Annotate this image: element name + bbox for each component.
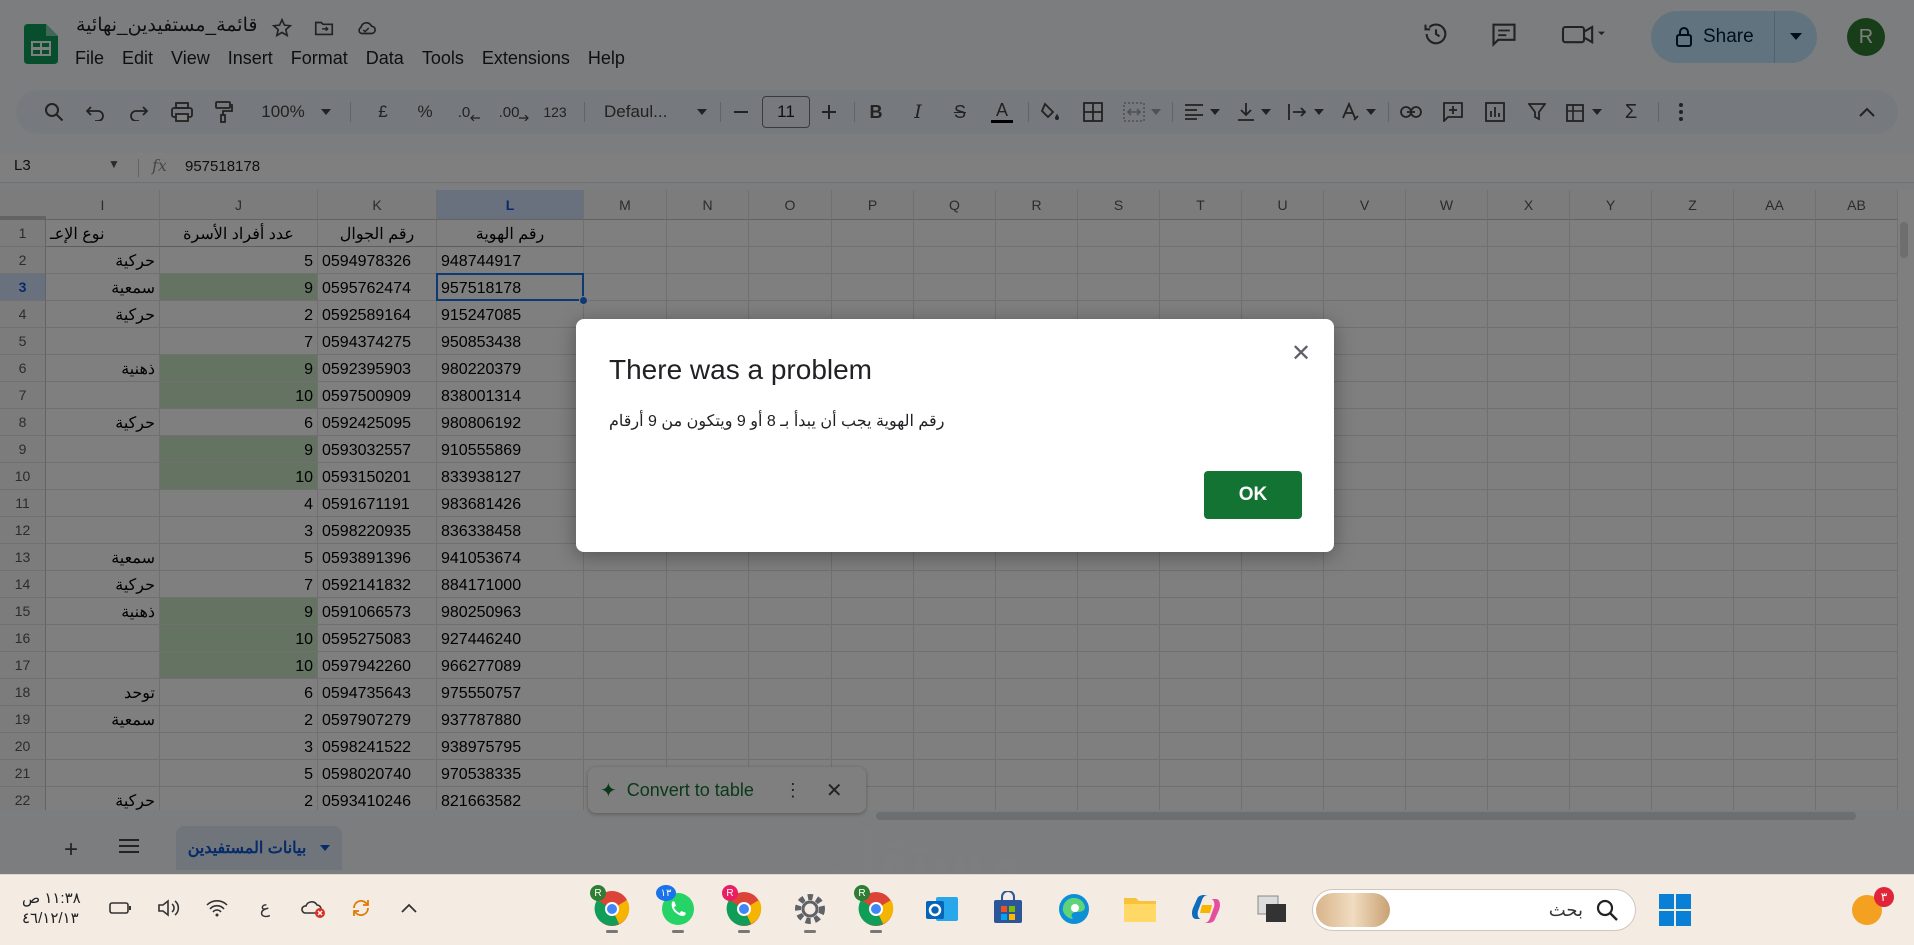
notification-badge: ٣ (1874, 887, 1894, 907)
chevron-up-icon[interactable] (396, 895, 422, 921)
error-dialog: There was a problem ✕ رقم الهوية يجب أن … (576, 319, 1334, 552)
battery-icon[interactable] (108, 895, 134, 921)
whatsapp-badge: ١٣ (656, 885, 676, 901)
running-indicator (672, 930, 684, 933)
profile-badge: R (854, 885, 870, 901)
windows-start-icon[interactable] (1658, 893, 1692, 927)
whatsapp-icon[interactable]: ١٣ (656, 885, 700, 933)
windows-taskbar: ١١:٣٨ ص ٤٦/١٢/١٣ ع R ١٣ R R بحث ٣ (0, 874, 1914, 945)
edge-icon[interactable] (1052, 885, 1096, 933)
store-icon[interactable] (986, 885, 1030, 933)
outlook-icon[interactable] (920, 885, 964, 933)
running-indicator (738, 930, 750, 933)
onedrive-error-icon[interactable] (300, 895, 326, 921)
volume-icon[interactable] (156, 895, 182, 921)
profile-badge: R (722, 885, 738, 901)
settings-gear-icon[interactable] (788, 885, 832, 933)
taskbar-apps: R ١٣ R R (590, 885, 1294, 933)
close-icon[interactable]: ✕ (1291, 339, 1311, 368)
clock[interactable]: ١١:٣٨ ص ٤٦/١٢/١٣ (22, 889, 81, 929)
chrome-profile-2-icon[interactable]: R (722, 885, 766, 933)
dialog-title: There was a problem (609, 354, 873, 385)
chrome-profile-3-icon[interactable]: R (854, 885, 898, 933)
search-icon (1596, 899, 1618, 921)
window-app-icon[interactable] (1250, 885, 1294, 933)
profile-badge: R (590, 885, 606, 901)
clock-time: ١١:٣٨ ص (22, 890, 81, 907)
sync-icon[interactable] (348, 895, 374, 921)
chrome-profile-1-icon[interactable]: R (590, 885, 634, 933)
search-highlight-image (1316, 893, 1390, 927)
running-indicator (606, 930, 618, 933)
running-indicator (870, 930, 882, 933)
copilot-icon[interactable] (1184, 885, 1228, 933)
dialog-message: رقم الهوية يجب أن يبدأ بـ 8 أو 9 ويتكون … (609, 413, 945, 430)
clock-date: ٤٦/١٢/١٣ (22, 910, 79, 927)
search-placeholder: بحث (1548, 899, 1583, 920)
wifi-icon[interactable] (204, 895, 230, 921)
system-tray: ع (108, 895, 422, 921)
language-indicator[interactable]: ع (252, 895, 278, 921)
running-indicator (804, 930, 816, 933)
file-explorer-icon[interactable] (1118, 885, 1162, 933)
app-root: قائمة_مستفيدين_نهائية File Edit View Ins… (0, 0, 1914, 945)
ok-button[interactable]: OK (1204, 471, 1302, 519)
